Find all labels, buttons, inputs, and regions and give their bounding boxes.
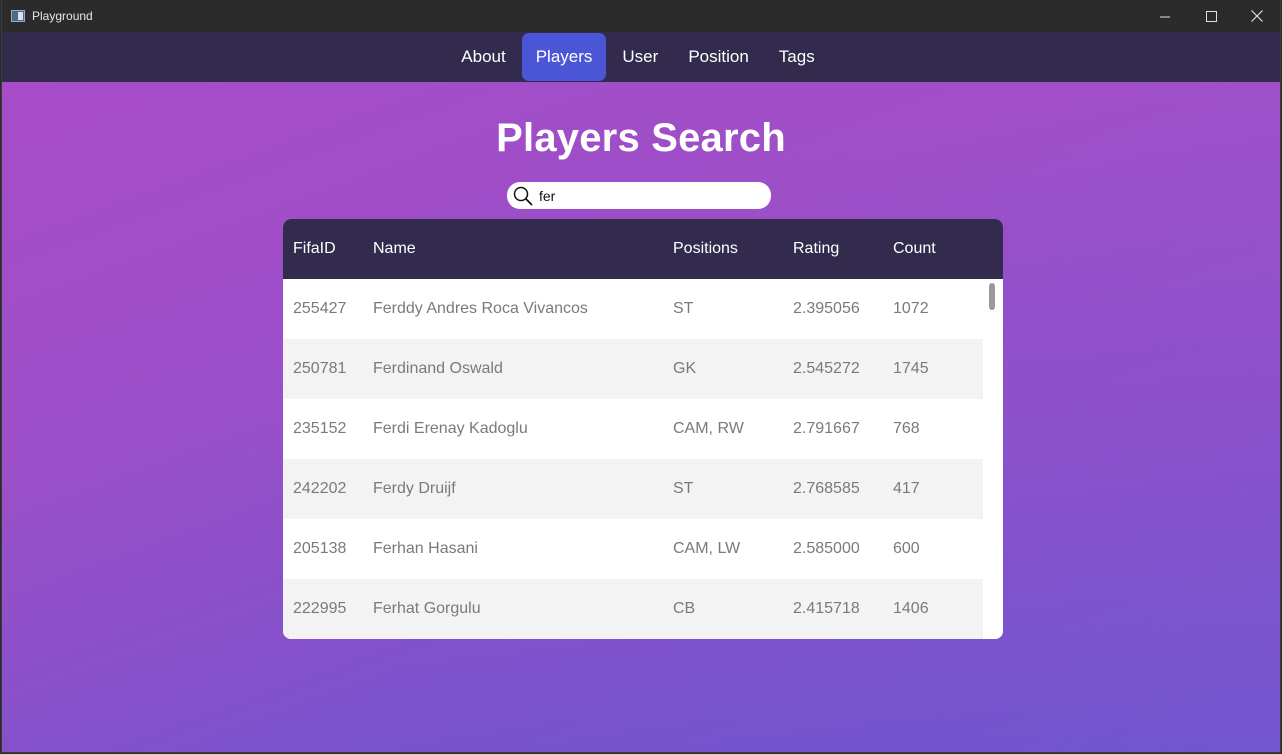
table-row[interactable]: 205138 Ferhan Hasani CAM, LW 2.585000 60… xyxy=(283,519,983,579)
cell-rating: 2.545272 xyxy=(793,360,860,377)
close-icon xyxy=(1251,10,1263,22)
minimize-icon xyxy=(1159,16,1170,17)
cell-positions: ST xyxy=(673,480,694,497)
cell-fifaid: 255427 xyxy=(293,300,347,317)
column-header-count[interactable]: Count xyxy=(893,240,993,258)
cell-rating: 2.768585 xyxy=(793,480,860,497)
cell-positions: CB xyxy=(673,600,696,617)
cell-positions: CAM, RW xyxy=(673,420,744,437)
tab-user[interactable]: User xyxy=(608,33,672,81)
window-controls xyxy=(1142,0,1280,32)
search-input[interactable] xyxy=(539,187,749,204)
cell-positions: ST xyxy=(673,300,694,317)
title-bar[interactable]: Playground xyxy=(2,0,1280,32)
table-row[interactable]: 250781 Ferdinand Oswald GK 2.545272 1745 xyxy=(283,339,983,399)
cell-fifaid: 235152 xyxy=(293,420,347,437)
search-icon xyxy=(513,186,533,205)
cell-name: Ferdy Druijf xyxy=(373,480,456,497)
cell-name: Ferhat Gorgulu xyxy=(373,600,481,617)
app-window: Playground About Players User Position T… xyxy=(1,0,1281,753)
window-title: Playground xyxy=(32,9,93,23)
table-header: FifaID Name Positions Rating Count xyxy=(283,219,1003,279)
cell-count: 768 xyxy=(893,420,920,437)
cell-positions: CAM, LW xyxy=(673,540,741,557)
cell-fifaid: 242202 xyxy=(293,480,347,497)
cell-fifaid: 250781 xyxy=(293,360,347,377)
cell-rating: 2.415718 xyxy=(793,600,860,617)
nav-bar: About Players User Position Tags xyxy=(2,32,1280,82)
cell-fifaid: 205138 xyxy=(293,540,347,557)
cell-count: 417 xyxy=(893,480,920,497)
app-icon xyxy=(11,10,25,22)
cell-name: Ferdinand Oswald xyxy=(373,360,503,377)
table-row[interactable]: 235152 Ferdi Erenay Kadoglu CAM, RW 2.79… xyxy=(283,399,983,459)
cell-rating: 2.585000 xyxy=(793,540,860,557)
tab-players[interactable]: Players xyxy=(521,33,607,81)
column-header-name[interactable]: Name xyxy=(373,240,673,258)
cell-rating: 2.791667 xyxy=(793,420,860,437)
table-scrollbar[interactable] xyxy=(983,279,1003,639)
column-header-rating[interactable]: Rating xyxy=(793,240,893,258)
cell-name: Ferhan Hasani xyxy=(373,540,478,557)
maximize-icon xyxy=(1205,10,1217,22)
column-header-fifaid[interactable]: FifaID xyxy=(283,240,373,258)
nav-tabs: About Players User Position Tags xyxy=(446,33,829,81)
cell-positions: GK xyxy=(673,360,697,377)
cell-count: 1072 xyxy=(893,300,929,317)
table-row[interactable]: 222995 Ferhat Gorgulu CB 2.415718 1406 xyxy=(283,579,983,639)
search-box[interactable] xyxy=(507,182,771,209)
column-header-positions[interactable]: Positions xyxy=(673,240,793,258)
cell-fifaid: 222995 xyxy=(293,600,347,617)
cell-count: 1745 xyxy=(893,360,929,377)
main-content: Players Search FifaID Name Positions Rat… xyxy=(2,82,1280,752)
cell-count: 1406 xyxy=(893,600,929,617)
close-button[interactable] xyxy=(1234,0,1280,32)
cell-count: 600 xyxy=(893,540,920,557)
table-body[interactable]: 255427 Ferddy Andres Roca Vivancos ST 2.… xyxy=(283,279,1003,639)
table-row[interactable]: 255427 Ferddy Andres Roca Vivancos ST 2.… xyxy=(283,279,983,339)
table-row[interactable]: 242202 Ferdy Druijf ST 2.768585 417 xyxy=(283,459,983,519)
cell-rating: 2.395056 xyxy=(793,300,860,317)
maximize-button[interactable] xyxy=(1188,0,1234,32)
cell-name: Ferdi Erenay Kadoglu xyxy=(373,420,528,437)
tab-position[interactable]: Position xyxy=(674,33,762,81)
page-title: Players Search xyxy=(496,116,786,160)
players-table: FifaID Name Positions Rating Count 25542… xyxy=(283,219,1003,639)
scrollbar-thumb[interactable] xyxy=(989,283,995,310)
tab-tags[interactable]: Tags xyxy=(765,33,829,81)
tab-about[interactable]: About xyxy=(447,33,519,81)
minimize-button[interactable] xyxy=(1142,0,1188,32)
cell-name: Ferddy Andres Roca Vivancos xyxy=(373,300,588,317)
